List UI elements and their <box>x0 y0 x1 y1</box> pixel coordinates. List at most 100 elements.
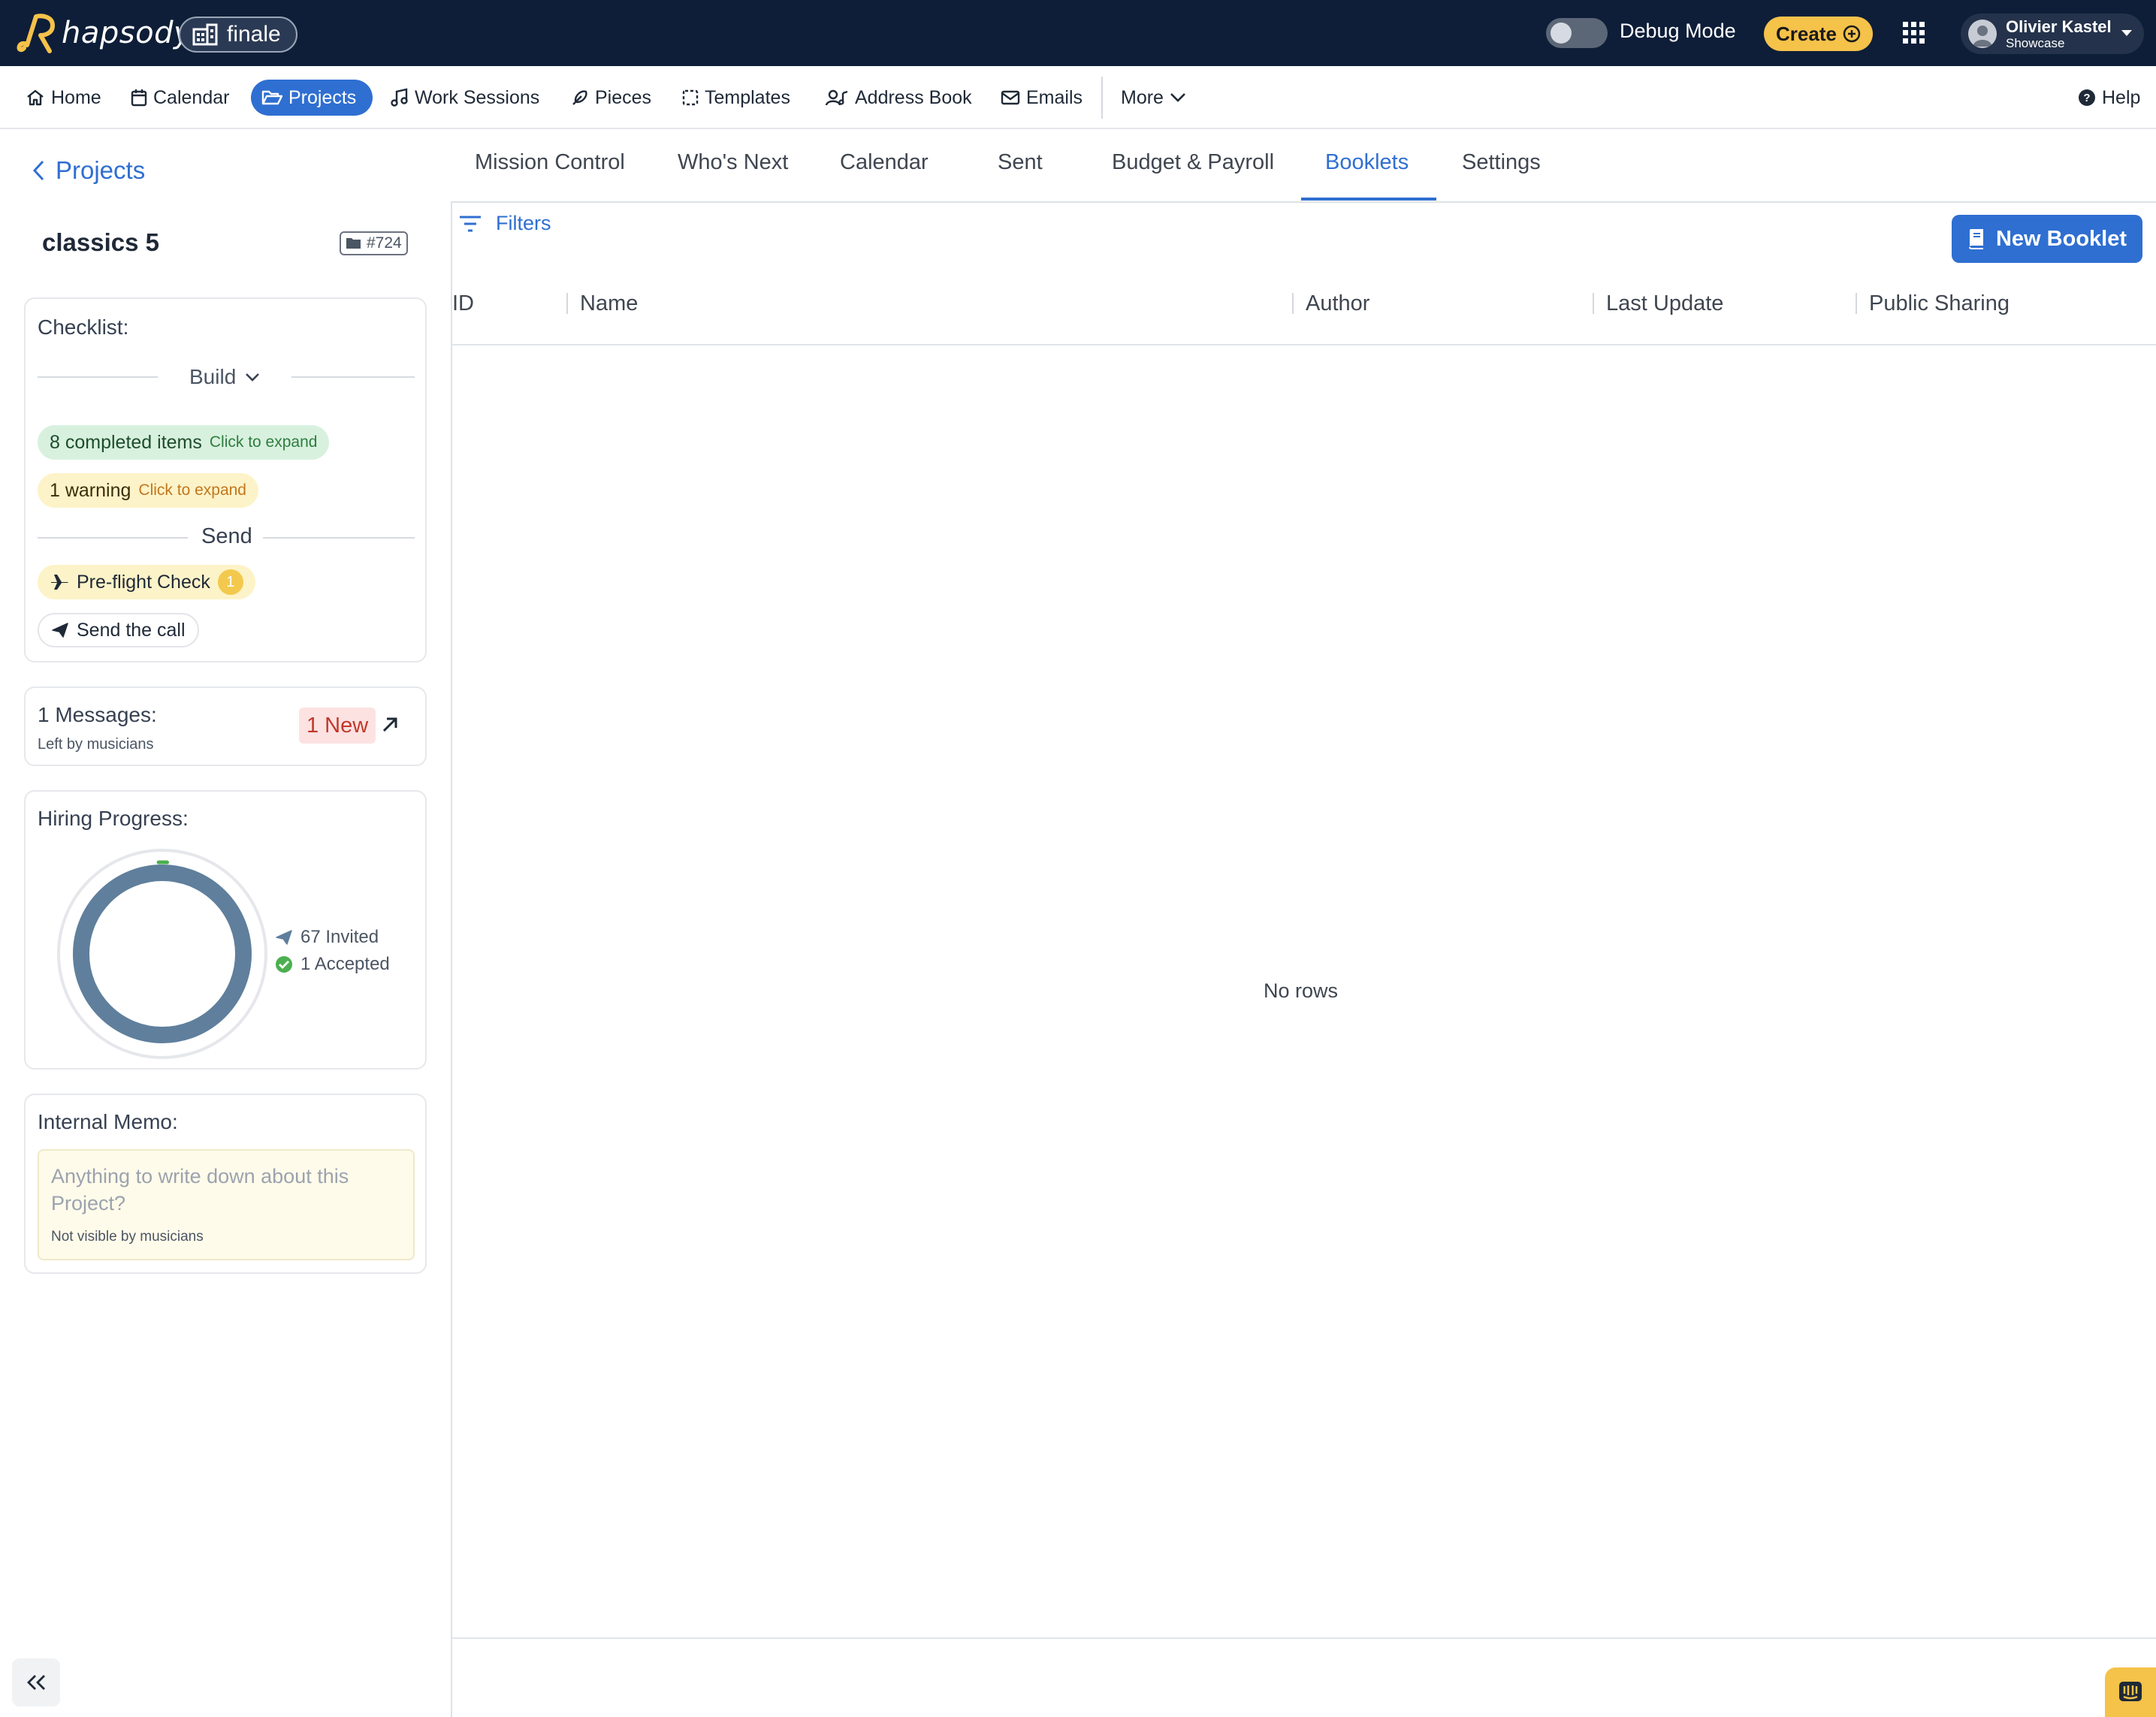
table-footer-divider <box>451 1637 2156 1639</box>
address-book-icon <box>825 89 849 107</box>
invited-stat: 67 Invited <box>275 927 379 948</box>
project-title: classics 5 <box>42 228 159 256</box>
column-header-id[interactable]: ID <box>452 291 474 316</box>
build-label: Build <box>189 365 237 388</box>
svg-text:?: ? <box>2083 92 2090 104</box>
music-note-icon <box>391 88 409 107</box>
collapse-sidebar-button[interactable] <box>12 1658 60 1706</box>
calendar-icon <box>131 89 147 107</box>
apps-grid-icon[interactable] <box>1901 20 1928 47</box>
nav-address-book[interactable]: Address Book <box>814 80 983 116</box>
column-resize-handle[interactable] <box>1856 293 1857 314</box>
help-icon: ? <box>2078 89 2096 107</box>
memo-note: Not visible by musicians <box>51 1229 204 1245</box>
nav-templates[interactable]: Templates <box>672 80 801 116</box>
project-id: #724 <box>367 234 402 252</box>
double-chevron-left-icon <box>25 1673 47 1691</box>
feather-icon <box>571 89 589 107</box>
paper-plane-icon <box>275 929 293 946</box>
nav-projects-label: Projects <box>288 86 357 108</box>
column-resize-handle[interactable] <box>1593 293 1594 314</box>
top-bar: hapsody finale Debug Mode Create Olivier… <box>0 0 2156 66</box>
nav-home[interactable]: Home <box>15 80 112 116</box>
support-chat-button[interactable] <box>2105 1667 2156 1717</box>
nav-templates-label: Templates <box>705 86 790 108</box>
warning-hint: Click to expand <box>138 481 246 499</box>
chevron-down-icon <box>1170 92 1186 103</box>
nav-help[interactable]: ? Help <box>2067 80 2151 116</box>
messages-card[interactable]: 1 Messages: Left by musicians 1 New <box>24 686 427 766</box>
airplane-icon <box>50 573 69 591</box>
divider <box>38 537 188 539</box>
nav-pieces[interactable]: Pieces <box>560 80 662 116</box>
external-link-icon[interactable] <box>380 715 400 735</box>
check-circle-icon <box>275 955 293 973</box>
hiring-title: Hiring Progress: <box>38 807 189 830</box>
build-section-toggle[interactable]: Build <box>189 365 260 389</box>
template-icon <box>682 89 699 106</box>
send-call-label: Send the call <box>77 619 186 641</box>
nav-emails[interactable]: Emails <box>990 80 1093 116</box>
nav-projects[interactable]: Projects <box>251 80 373 116</box>
org-switcher[interactable]: finale <box>179 17 297 53</box>
tab-calendar[interactable]: Calendar <box>840 150 929 175</box>
nav-home-label: Home <box>51 86 101 108</box>
tab-sent[interactable]: Sent <box>998 150 1043 175</box>
column-header-author[interactable]: Author <box>1306 291 1369 316</box>
new-booklet-label: New Booklet <box>1995 226 2127 251</box>
memo-placeholder: Anything to write down about this Projec… <box>51 1165 349 1215</box>
messages-title: 1 Messages: <box>38 703 157 726</box>
back-to-projects-link[interactable]: Projects <box>32 156 145 185</box>
nav-more[interactable]: More <box>1110 80 1197 116</box>
preflight-check-chip[interactable]: Pre-flight Check 1 <box>38 565 255 599</box>
home-icon <box>26 89 45 107</box>
rhapsody-logo-icon <box>17 11 60 56</box>
nav-more-label: More <box>1121 86 1164 108</box>
divider <box>291 376 415 378</box>
nav-calendar[interactable]: Calendar <box>120 80 240 116</box>
main-nav: Home Calendar Projects Work Sessions Pie… <box>0 66 2156 129</box>
booklets-table-panel <box>451 201 2156 1717</box>
new-messages-badge[interactable]: 1 New <box>299 708 376 744</box>
tab-mission-control[interactable]: Mission Control <box>475 150 625 175</box>
column-header-name[interactable]: Name <box>580 291 638 316</box>
building-icon <box>192 23 218 46</box>
column-header-public-sharing[interactable]: Public Sharing <box>1869 291 2010 316</box>
completed-hint: Click to expand <box>209 433 318 451</box>
rhapsody-logo[interactable]: hapsody <box>17 11 192 56</box>
tab-whos-next[interactable]: Who's Next <box>678 150 788 175</box>
nav-pieces-label: Pieces <box>595 86 652 108</box>
column-header-last-update[interactable]: Last Update <box>1606 291 1723 316</box>
plus-circle-icon <box>1843 25 1861 43</box>
new-booklet-button[interactable]: New Booklet <box>1952 215 2142 263</box>
folder-icon <box>346 237 362 250</box>
column-resize-handle[interactable] <box>1292 293 1294 314</box>
tab-settings[interactable]: Settings <box>1462 150 1541 175</box>
nav-work-sessions[interactable]: Work Sessions <box>380 80 550 116</box>
folder-open-icon <box>261 89 282 106</box>
tab-budget-payroll[interactable]: Budget & Payroll <box>1112 150 1274 175</box>
preflight-label: Pre-flight Check <box>77 571 210 593</box>
user-menu[interactable]: Olivier Kastel Showcase <box>1961 14 2144 54</box>
column-resize-handle[interactable] <box>566 293 568 314</box>
filters-button[interactable]: Filters <box>458 212 551 235</box>
preflight-count-badge: 1 <box>217 569 243 595</box>
paper-plane-icon <box>51 622 69 638</box>
nav-address-book-label: Address Book <box>855 86 972 108</box>
send-the-call-button[interactable]: Send the call <box>38 613 199 647</box>
completed-items-chip[interactable]: 8 completed items Click to expand <box>38 425 330 460</box>
tab-booklets[interactable]: Booklets <box>1325 150 1409 175</box>
book-icon <box>1967 228 1985 249</box>
chat-icon <box>2118 1680 2143 1704</box>
warning-chip[interactable]: 1 warning Click to expand <box>38 473 258 508</box>
donut-invited-ring <box>73 865 252 1043</box>
table-header-divider <box>451 344 2156 346</box>
memo-field[interactable]: Anything to write down about this Projec… <box>38 1149 415 1260</box>
create-button[interactable]: Create <box>1764 17 1873 51</box>
internal-memo-card: Internal Memo: Anything to write down ab… <box>24 1094 427 1274</box>
debug-mode-toggle[interactable] <box>1546 18 1608 48</box>
filter-icon <box>458 215 482 233</box>
logo-text: hapsody <box>62 16 192 50</box>
user-name: Olivier Kastel <box>2006 17 2112 36</box>
checklist-card: Checklist: Build 8 completed items Click… <box>24 297 427 662</box>
